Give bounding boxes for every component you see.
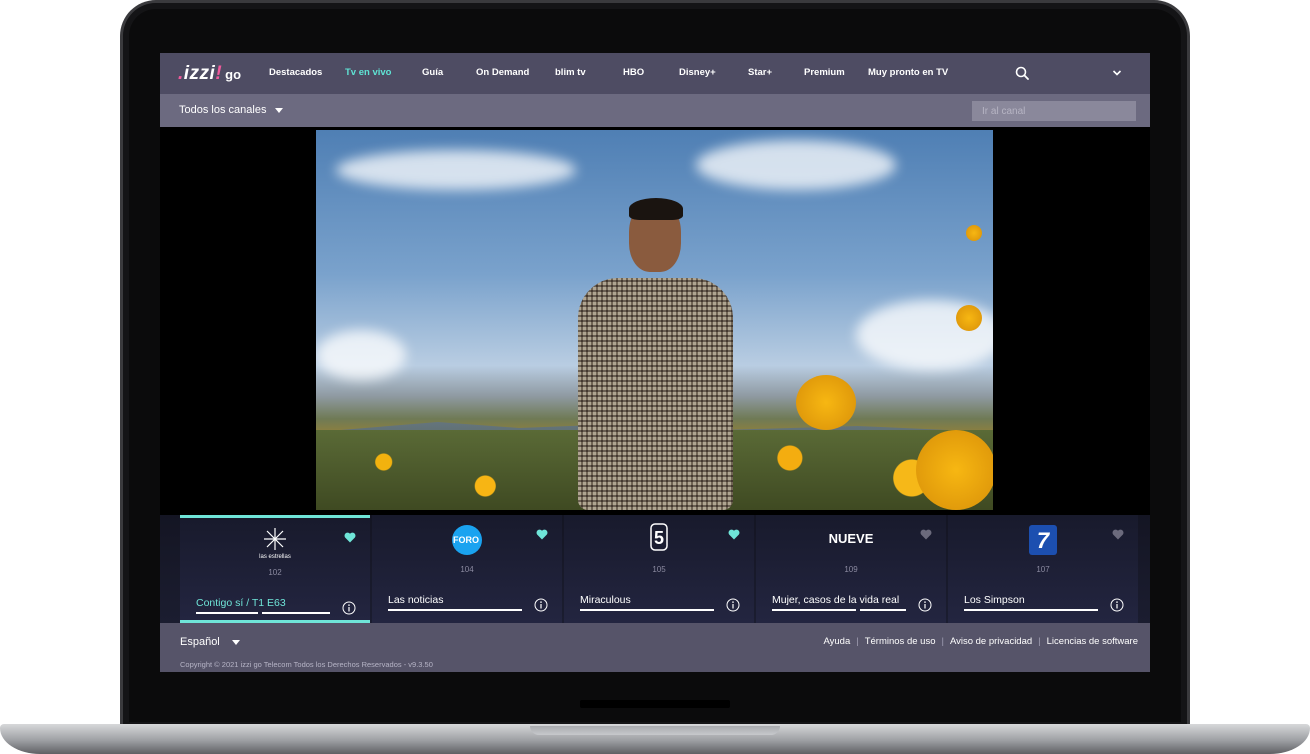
logo-main: .izzi! [178, 63, 223, 84]
channel-search-input[interactable] [972, 101, 1136, 121]
top-nav: .izzi! go Destacados Tv en vivo Guía On … [160, 53, 1150, 94]
izzi-go-logo[interactable]: .izzi! go [178, 63, 241, 85]
channel-strip: las estrellas 102 Contigo sí / T1 E63 FO… [160, 515, 1150, 623]
caret-down-icon [231, 639, 240, 645]
program-title: Los Simpson [964, 594, 1025, 606]
marigold [796, 375, 856, 430]
channel-card[interactable]: las estrellas 102 Contigo sí / T1 E63 [180, 515, 370, 623]
nav-disney-plus[interactable]: Disney+ [679, 67, 716, 78]
channel-number: 104 [460, 565, 474, 574]
laptop-hinge-bar [580, 700, 730, 708]
separator: | [1038, 636, 1041, 647]
channel-logo-nueve: NUEVE [756, 523, 946, 557]
language-label: Español [180, 636, 220, 648]
footer-link-ayuda[interactable]: Ayuda [823, 636, 850, 647]
footer-link-privacidad[interactable]: Aviso de privacidad [950, 636, 1032, 647]
nav-guia[interactable]: Guía [422, 67, 443, 78]
marigold [916, 430, 993, 510]
channel-logo-canal-5: 5 [564, 523, 754, 557]
progress-bar [772, 609, 856, 611]
progress-bar [196, 612, 258, 614]
cloud [316, 330, 406, 380]
video-player[interactable] [316, 130, 993, 510]
channel-number: 109 [844, 565, 858, 574]
svg-text:7: 7 [1037, 528, 1051, 553]
info-icon[interactable] [342, 601, 356, 615]
progress-bar [964, 609, 1098, 611]
separator: | [856, 636, 859, 647]
progress-bar [580, 609, 714, 611]
channel-number: 105 [652, 565, 666, 574]
channel-card[interactable]: 5 105 Miraculous [564, 515, 754, 623]
marigold [966, 225, 982, 241]
footer: Español Ayuda | Términos de uso | Aviso … [160, 623, 1150, 672]
channel-logo-las-estrellas: las estrellas [180, 526, 370, 560]
channel-card[interactable]: NUEVE 109 Mujer, casos de la vida real [756, 515, 946, 623]
foro-logo-icon: FORO [452, 525, 482, 555]
star-logo-icon: las estrellas [259, 528, 291, 560]
info-icon[interactable] [1110, 598, 1124, 612]
cloud [696, 140, 896, 190]
channel-number: 107 [1036, 565, 1050, 574]
footer-link-terminos[interactable]: Términos de uso [865, 636, 936, 647]
cloud [336, 150, 576, 190]
language-dropdown[interactable]: Español [180, 636, 240, 648]
nav-hbo[interactable]: HBO [623, 67, 644, 78]
channel-card[interactable]: 7 107 Los Simpson [948, 515, 1138, 623]
svg-text:5: 5 [654, 528, 664, 548]
info-icon[interactable] [534, 598, 548, 612]
footer-links: Ayuda | Términos de uso | Aviso de priva… [823, 636, 1138, 647]
sub-toolbar: Todos los canales [160, 94, 1150, 127]
heart-icon[interactable] [728, 529, 740, 540]
svg-text:NUEVE: NUEVE [829, 531, 874, 546]
program-title: Mujer, casos de la vida real [772, 594, 900, 606]
channel-logo-azteca-7: 7 [948, 523, 1138, 557]
program-title: Miraculous [580, 594, 631, 606]
app-screen: .izzi! go Destacados Tv en vivo Guía On … [160, 53, 1150, 672]
nav-premium[interactable]: Premium [804, 67, 845, 78]
heart-icon[interactable] [920, 529, 932, 540]
program-title: Las noticias [388, 594, 444, 606]
channel-number: 102 [268, 568, 282, 577]
program-title: Contigo sí / T1 E63 [196, 597, 286, 609]
marigold [956, 305, 982, 331]
nav-tv-en-vivo[interactable]: Tv en vivo [345, 67, 391, 78]
nav-destacados[interactable]: Destacados [269, 67, 322, 78]
svg-text:las estrellas: las estrellas [259, 554, 291, 560]
footer-link-licencias[interactable]: Licencias de software [1047, 636, 1138, 647]
nav-on-demand[interactable]: On Demand [476, 67, 529, 78]
info-icon[interactable] [918, 598, 932, 612]
search-icon[interactable] [1015, 66, 1029, 80]
caret-down-icon [275, 107, 284, 113]
channel-filter-label: Todos los canales [179, 104, 267, 116]
logo-suffix: go [225, 67, 242, 82]
heart-icon[interactable] [1112, 529, 1124, 540]
channel-card[interactable]: FORO 104 Las noticias [372, 515, 562, 623]
channel-filter-dropdown[interactable]: Todos los canales [179, 104, 284, 116]
nav-star-plus[interactable]: Star+ [748, 67, 772, 78]
person-figure [578, 278, 733, 510]
channel-logo-foro: FORO [372, 523, 562, 557]
canal-5-logo-icon: 5 [650, 523, 668, 551]
heart-icon[interactable] [344, 532, 356, 543]
progress-bar [388, 609, 522, 611]
copyright-text: Copyright © 2021 izzi go Telecom Todos l… [180, 660, 433, 669]
nav-muy-pronto[interactable]: Muy pronto en TV [868, 67, 948, 78]
chevron-down-icon[interactable] [1112, 69, 1122, 77]
azteca-7-logo-icon: 7 [1029, 525, 1057, 555]
heart-icon[interactable] [536, 529, 548, 540]
progress-bar-remaining [262, 612, 330, 614]
info-icon[interactable] [726, 598, 740, 612]
svg-text:FORO: FORO [453, 535, 479, 545]
laptop-notch [530, 726, 780, 735]
progress-bar-remaining [860, 609, 906, 611]
separator: | [941, 636, 944, 647]
nueve-logo-icon: NUEVE [829, 531, 874, 546]
nav-blim-tv[interactable]: blim tv [555, 67, 586, 78]
person-hair [629, 198, 683, 220]
